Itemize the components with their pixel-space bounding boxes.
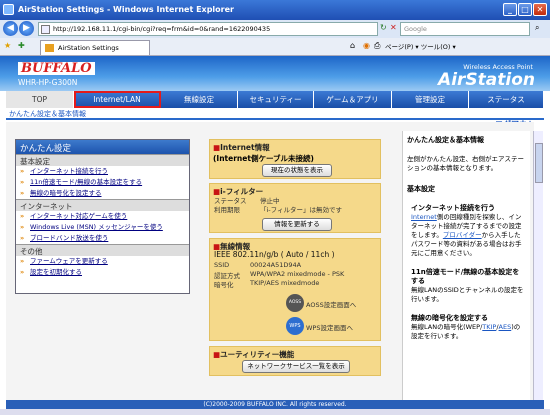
product-logo: AirStation — [438, 70, 535, 90]
address-row: ◀ ▶ http://192.168.11.1/cgi-bin/cgi?req=… — [0, 20, 550, 38]
utility-title: ユーティリティー機能 — [210, 347, 380, 360]
section-internet: インターネット — [16, 199, 189, 211]
aoss-link[interactable]: AOSS設定画面へ — [306, 299, 356, 309]
help-panel: かんたん設定＆基本情報 左側がかんたん設定、右側がエアステーションの基本情報とな… — [402, 131, 530, 401]
link-firmware-update[interactable]: ファームウェアを更新する — [16, 256, 189, 267]
browser-status-bar — [0, 409, 550, 415]
help-scrollbar[interactable] — [533, 131, 543, 401]
submenu-label[interactable]: かんたん設定＆基本情報 — [9, 109, 86, 119]
add-favorite-icon[interactable]: ✚ — [18, 41, 25, 50]
link-broadband[interactable]: ブロードバンド放送を使う — [16, 233, 189, 244]
footer: (C)2000-2009 BUFFALO INC. All rights res… — [6, 400, 544, 409]
link-internet-connect[interactable]: インターネット接続を行う — [16, 166, 189, 177]
search-input[interactable]: Google — [400, 22, 530, 36]
quick-setup-panel: かんたん設定 基本設定 インターネット接続を行う 11n倍速モード/無線の基本設… — [15, 139, 190, 294]
page-tools-menu[interactable]: ページ(P) ▾ ツール(O) ▾ — [385, 41, 456, 51]
wireless-mode: IEEE 802.11n/g/b ( Auto / 11ch ) — [214, 250, 335, 259]
brand-logo: BUFFALO — [18, 62, 95, 75]
home-icon[interactable]: ⌂ — [350, 41, 355, 50]
forward-button[interactable]: ▶ — [19, 21, 34, 36]
help-heading: かんたん設定＆基本情報 — [407, 136, 484, 144]
link-wireless-encryption[interactable]: 無線の暗号化を設定する — [16, 188, 189, 199]
wps-icon[interactable]: WPS — [286, 317, 304, 335]
address-bar[interactable]: http://192.168.11.1/cgi-bin/cgi?req=frm&… — [38, 22, 378, 36]
internet-info-title: Internet情報 — [210, 140, 380, 153]
menu-admin[interactable]: 管理設定 — [392, 91, 469, 108]
minimize-button[interactable]: _ — [503, 3, 517, 16]
ifilter-period-label: 利用期限 — [214, 206, 240, 214]
close-button[interactable]: ✕ — [533, 3, 547, 16]
help-p-encryption: 無線LANの暗号化(WEP/TKIP/AES)の設定を行います。 — [411, 323, 521, 340]
auth-value: WPA/WPA2 mixedmode - PSK — [250, 270, 345, 278]
menu-wireless[interactable]: 無線設定 — [161, 91, 238, 108]
ssid-value: 00024A51D94A — [250, 261, 302, 269]
show-status-button[interactable]: 現在の状態を表示 — [262, 164, 332, 177]
favorites-star-icon[interactable]: ★ — [4, 41, 11, 50]
tab-favicon — [45, 44, 54, 52]
url-text: http://192.168.11.1/cgi-bin/cgi?req=frm&… — [53, 25, 271, 33]
model-name: WHR-HP-G300N — [18, 78, 78, 87]
help-provider-link[interactable]: プロバイダー — [443, 231, 482, 239]
help-p-11n: 無線LANのSSIDとチャンネルの設定を行います。 — [411, 286, 524, 303]
update-info-button[interactable]: 情報を更新する — [262, 218, 332, 231]
link-online-games[interactable]: インターネット対応ゲームを使う — [16, 211, 189, 222]
help-p-internet: Internet側の回線種別を探索し、インターネット接続が完了するまでの設定をし… — [411, 213, 522, 257]
section-basic: 基本設定 — [16, 154, 189, 166]
quick-setup-title: かんたん設定 — [16, 140, 189, 154]
link-11n-wireless-basic[interactable]: 11n倍速モード/無線の基本設定をする — [16, 177, 189, 188]
utility-box: ユーティリティー機能 ネットワークサービス一覧を表示 — [209, 346, 381, 376]
page-icon — [41, 25, 50, 34]
feeds-icon[interactable]: ◉ — [363, 41, 370, 50]
tab-title: AirStation Settings — [58, 44, 119, 52]
ifilter-box: i-フィルター ステータス 停止中 利用期限 「i-フィルター」は無効です 情報… — [209, 183, 381, 233]
help-tkip-link[interactable]: TKIP — [482, 323, 496, 331]
refresh-icon[interactable]: ↻ — [380, 23, 387, 32]
main-menu: TOP Internet/LAN 無線設定 セキュリティー ゲーム＆アプリ 管理… — [6, 91, 544, 108]
internet-info-subtitle: (Internet側ケーブル未接続) — [213, 154, 314, 163]
menu-game-app[interactable]: ゲーム＆アプリ — [314, 91, 392, 108]
menu-top[interactable]: TOP — [6, 91, 74, 108]
help-intro: 左側がかんたん設定、右側がエアステーションの基本情報となります。 — [407, 155, 524, 172]
menu-security[interactable]: セキュリティー — [238, 91, 314, 108]
help-h-11n: 11n倍速モード/無線の基本設定をする — [411, 268, 520, 285]
stop-icon[interactable]: ✕ — [390, 23, 397, 32]
search-placeholder: Google — [404, 25, 427, 33]
scrollbar-thumb[interactable] — [535, 143, 543, 183]
wireless-info-box: 無線情報 IEEE 802.11n/g/b ( Auto / 11ch ) SS… — [209, 238, 381, 341]
window-title: AirStation Settings - Windows Internet E… — [18, 5, 234, 14]
help-section-basic: 基本設定 — [407, 185, 435, 193]
help-h-internet: インターネット接続を行う — [411, 204, 495, 212]
submenu-bar: かんたん設定＆基本情報 ログアウト — [6, 108, 544, 129]
link-factory-reset[interactable]: 設定を初期化する — [16, 267, 189, 278]
ssid-label: SSID — [214, 261, 230, 269]
back-button[interactable]: ◀ — [3, 21, 18, 36]
ie-icon — [3, 4, 14, 15]
encryption-value: TKIP/AES mixedmode — [250, 279, 320, 287]
section-other: その他 — [16, 244, 189, 256]
search-icon[interactable]: ⌕ — [535, 23, 539, 33]
tab-row: ★ ✚ AirStation Settings ⌂ ◉ ⎙ ページ(P) ▾ ツ… — [0, 38, 550, 56]
print-icon[interactable]: ⎙ — [374, 41, 380, 51]
encryption-label: 暗号化 — [214, 281, 234, 289]
wps-link[interactable]: WPS設定画面へ — [306, 322, 353, 332]
help-aes-link[interactable]: AES — [499, 323, 512, 331]
link-messenger[interactable]: Windows Live (MSN) メッセンジャーを使う — [16, 222, 189, 233]
router-header: BUFFALO WHR-HP-G300N Wireless Access Poi… — [0, 56, 550, 91]
network-services-button[interactable]: ネットワークサービス一覧を表示 — [242, 360, 350, 373]
aoss-icon[interactable]: AOSS — [286, 294, 304, 312]
help-h-encryption: 無線の暗号化を設定する — [411, 314, 488, 322]
menu-internet-lan[interactable]: Internet/LAN — [74, 91, 161, 108]
ifilter-period-value: 「i-フィルター」は無効です — [260, 206, 343, 214]
window-title-bar: AirStation Settings - Windows Internet E… — [0, 0, 550, 20]
help-internet-link[interactable]: Internet — [411, 213, 437, 221]
menu-status[interactable]: ステータス — [469, 91, 544, 108]
internet-info-box: Internet情報 (Internet側ケーブル未接続) 現在の状態を表示 — [209, 139, 381, 179]
browser-tab[interactable]: AirStation Settings — [40, 40, 150, 55]
maximize-button[interactable]: □ — [518, 3, 532, 16]
